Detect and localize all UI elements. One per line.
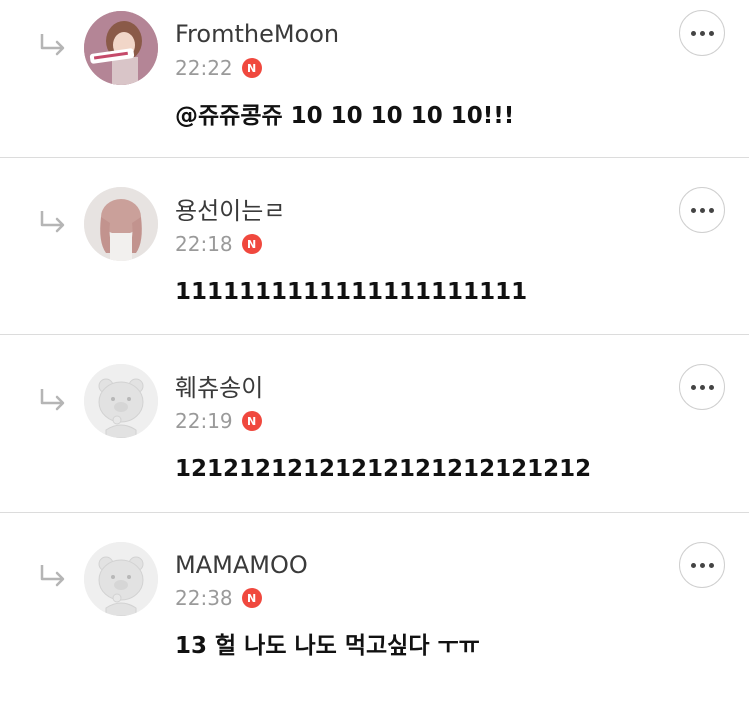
new-badge: N [241, 234, 262, 254]
comment-text: 13 헐 나도 나도 먹고싶다 ㅜㅠ [175, 633, 480, 659]
more-options-button[interactable] [679, 187, 725, 233]
more-options-button[interactable] [679, 542, 725, 588]
username[interactable]: 용선이는ㄹ [175, 197, 285, 225]
more-options-icon [690, 562, 714, 568]
new-badge: N [241, 588, 262, 608]
photo-avatar-image [84, 187, 158, 261]
timestamp: 22:18 [175, 232, 233, 256]
timestamp: 22:38 [175, 586, 233, 610]
comment-meta: 22:19 N [175, 408, 262, 434]
avatar[interactable] [84, 364, 158, 438]
comment-meta: 22:18 N [175, 231, 262, 257]
divider [0, 157, 749, 158]
comment-text: 1111111111111111111111 [175, 279, 528, 305]
comment-meta: 22:38 N [175, 585, 262, 611]
more-options-icon [690, 30, 714, 36]
reply-arrow-icon [40, 565, 65, 587]
new-badge: N [241, 411, 262, 431]
reply-arrow-icon [40, 389, 65, 411]
photo-avatar-image [84, 11, 158, 85]
avatar[interactable] [84, 187, 158, 261]
comment-item: FromtheMoon 22:22 N @쥬쥬콩쥬 10 10 10 10 10… [0, 0, 749, 177]
avatar[interactable] [84, 542, 158, 616]
comment-item: 훼츄송이 22:19 N 12121212121212121212121212 [0, 354, 749, 531]
divider [0, 334, 749, 335]
comment-meta: 22:22 N [175, 55, 262, 81]
timestamp: 22:22 [175, 56, 233, 80]
reply-arrow-icon [40, 211, 65, 233]
timestamp: 22:19 [175, 409, 233, 433]
comment-item: 용선이는ㄹ 22:18 N 1111111111111111111111 [0, 177, 749, 354]
username[interactable]: FromtheMoon [175, 20, 339, 48]
avatar[interactable] [84, 11, 158, 85]
more-options-button[interactable] [679, 10, 725, 56]
reply-arrow-icon [40, 34, 65, 56]
default-bear-avatar-icon [84, 542, 158, 616]
new-badge: N [241, 58, 262, 78]
default-bear-avatar-icon [84, 364, 158, 438]
more-options-icon [690, 207, 714, 213]
more-options-icon [690, 384, 714, 390]
comment-text: @쥬쥬콩쥬 10 10 10 10 10!!! [175, 103, 515, 129]
more-options-button[interactable] [679, 364, 725, 410]
username[interactable]: 훼츄송이 [175, 374, 263, 402]
comment-text: 12121212121212121212121212 [175, 456, 592, 482]
username[interactable]: MAMAMOO [175, 551, 308, 579]
comment-item: MAMAMOO 22:38 N 13 헐 나도 나도 먹고싶다 ㅜㅠ [0, 532, 749, 709]
divider [0, 512, 749, 513]
